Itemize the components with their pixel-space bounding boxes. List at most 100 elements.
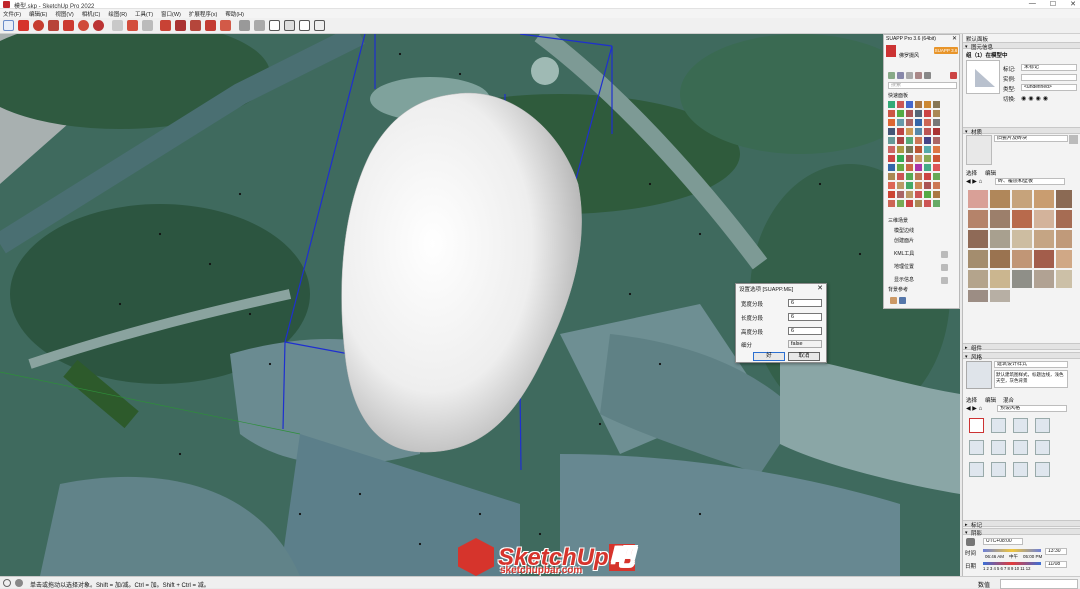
subdivide-select[interactable]: false	[788, 340, 822, 348]
ok-button[interactable]: 好	[753, 352, 785, 361]
menu-file[interactable]: 文件(F)	[3, 10, 21, 18]
materials-tab-edit[interactable]: 编辑	[985, 169, 996, 177]
cancel-button[interactable]: 取消	[788, 352, 820, 361]
offset-icon[interactable]	[112, 20, 123, 31]
tags-header[interactable]: ▸ 标记	[963, 520, 1080, 529]
status-bar: 单击或拖动以选择对象。Shift = 加/减。Ctrl = 加。Shift + …	[0, 576, 1080, 589]
suapp-user: 佛罗摄风	[899, 53, 920, 59]
styles-header[interactable]: ▾ 风格	[963, 352, 1080, 361]
front-view-icon[interactable]	[269, 20, 280, 31]
menu-help[interactable]: 帮助(H)	[225, 10, 244, 18]
style-description[interactable]: 默认建筑图样式，标题边线，浅色天空，灰色背景	[994, 370, 1068, 388]
left-view-icon[interactable]	[314, 20, 325, 31]
kml-icon[interactable]	[941, 251, 948, 258]
grass-icon[interactable]	[890, 297, 897, 304]
maximize-button[interactable]: ☐	[1050, 0, 1056, 8]
materials-nav-icons[interactable]: ◀ ▶ ⌂	[966, 178, 982, 185]
info-icon[interactable]	[941, 277, 948, 284]
menu-draw[interactable]: 绘图(R)	[108, 10, 127, 18]
timezone-select[interactable]: UTC+08:00	[983, 538, 1023, 545]
search-icon[interactable]	[924, 72, 931, 79]
time-end: 05:00 PM	[1023, 554, 1043, 559]
menu-view[interactable]: 视图(V)	[55, 10, 73, 18]
tape-measure-icon[interactable]	[127, 20, 138, 31]
styles-tab-edit[interactable]: 编辑	[985, 396, 996, 404]
shadow-toggle-icon[interactable]	[966, 538, 975, 546]
group-geolocation[interactable]: 地理位置	[894, 263, 914, 270]
styles-library-select[interactable]: 预设风格	[997, 405, 1067, 412]
styles-nav-icons[interactable]: ◀ ▶ ⌂	[966, 405, 982, 412]
protractor-icon[interactable]	[142, 20, 153, 31]
minimize-button[interactable]: —	[1029, 0, 1036, 8]
style-thumbnails[interactable]	[969, 418, 1059, 484]
watermark-logo-icon	[458, 538, 494, 576]
push-pull-icon[interactable]	[48, 20, 59, 31]
width-segments-input[interactable]: 6	[788, 299, 822, 307]
materials-library-select[interactable]: 砖、覆层和壁板	[995, 178, 1065, 185]
sketchup-app-icon	[3, 1, 10, 8]
styles-tab-mix[interactable]: 混合	[1003, 396, 1014, 404]
top-view-icon[interactable]	[254, 20, 265, 31]
group-3d-scene[interactable]: 三维场景	[888, 217, 908, 224]
menu-camera[interactable]: 相机(C)	[82, 10, 101, 18]
group-create-face[interactable]: 创建面片	[894, 237, 914, 244]
time-value-field[interactable]: 13:30	[1045, 548, 1067, 555]
type-field[interactable]: <undefined>	[1021, 84, 1077, 91]
menu-edit[interactable]: 编辑(E)	[29, 10, 47, 18]
geo-icon[interactable]	[941, 264, 948, 271]
menu-extensions[interactable]: 扩展程序(x)	[189, 10, 217, 18]
menu-window[interactable]: 窗口(W)	[161, 10, 181, 18]
suapp-badge[interactable]: SUAPP 3.6	[934, 47, 958, 54]
iso-view-icon[interactable]	[239, 20, 250, 31]
pan-icon[interactable]	[175, 20, 186, 31]
scale-icon[interactable]	[93, 20, 104, 31]
date-slider[interactable]	[983, 562, 1041, 565]
material-name-field[interactable]: 旧瓷片及砖块	[994, 135, 1068, 142]
cube-icon[interactable]	[899, 297, 906, 304]
suapp-tool-grid[interactable]	[888, 101, 948, 213]
group-display-info[interactable]: 显示信息	[894, 276, 914, 283]
menu-tools[interactable]: 工具(T)	[135, 10, 153, 18]
list-icon[interactable]	[906, 72, 913, 79]
shadows-header[interactable]: ▾ 阴影	[963, 528, 1080, 537]
menu-icon[interactable]	[950, 72, 957, 79]
orbit-icon[interactable]	[160, 20, 171, 31]
geo-location-icon[interactable]	[3, 579, 11, 587]
toggle-icons[interactable]: ◉◉◉◉	[1021, 95, 1050, 102]
previous-view-icon[interactable]	[220, 20, 231, 31]
components-header[interactable]: ▸ 组件	[963, 343, 1080, 352]
dialog-close-icon[interactable]: ✕	[817, 284, 823, 292]
back-view-icon[interactable]	[299, 20, 310, 31]
zoom-icon[interactable]	[190, 20, 201, 31]
tools-icon[interactable]	[915, 72, 922, 79]
eraser-tool-icon[interactable]	[18, 20, 29, 31]
home-icon[interactable]	[888, 72, 895, 79]
tag-select[interactable]: 未标记	[1021, 64, 1077, 71]
materials-header[interactable]: ▾ 材质	[963, 127, 1080, 136]
paint-bucket-icon[interactable]	[33, 20, 44, 31]
right-view-icon[interactable]	[284, 20, 295, 31]
entity-info-header[interactable]: ▾ 图元信息	[963, 42, 1080, 51]
date-value-field[interactable]: 11/08	[1045, 561, 1067, 568]
length-segments-input[interactable]: 6	[788, 313, 822, 321]
time-slider[interactable]	[983, 549, 1041, 552]
grid-icon[interactable]	[897, 72, 904, 79]
materials-tab-select[interactable]: 选择	[966, 169, 977, 177]
follow-me-icon[interactable]	[63, 20, 74, 31]
close-button[interactable]: ✕	[1070, 0, 1076, 8]
suapp-close-icon[interactable]: ✕	[952, 35, 957, 42]
group-model-edges[interactable]: 模型边线	[894, 227, 914, 234]
group-background-ref[interactable]: 背景参考	[888, 286, 908, 293]
credits-icon[interactable]	[15, 579, 23, 587]
instance-field[interactable]	[1021, 74, 1077, 81]
style-name-field[interactable]: 建筑设计样式	[994, 361, 1068, 368]
rotate-icon[interactable]	[78, 20, 89, 31]
create-material-icon[interactable]	[1069, 135, 1078, 144]
height-segments-input[interactable]: 6	[788, 327, 822, 335]
group-kml-tools[interactable]: KML工具	[894, 250, 914, 257]
suapp-search-input[interactable]: 搜索	[888, 82, 957, 89]
select-tool-icon[interactable]	[3, 20, 14, 31]
styles-tab-select[interactable]: 选择	[966, 396, 977, 404]
material-swatches[interactable]	[968, 190, 1072, 302]
zoom-extents-icon[interactable]	[205, 20, 216, 31]
